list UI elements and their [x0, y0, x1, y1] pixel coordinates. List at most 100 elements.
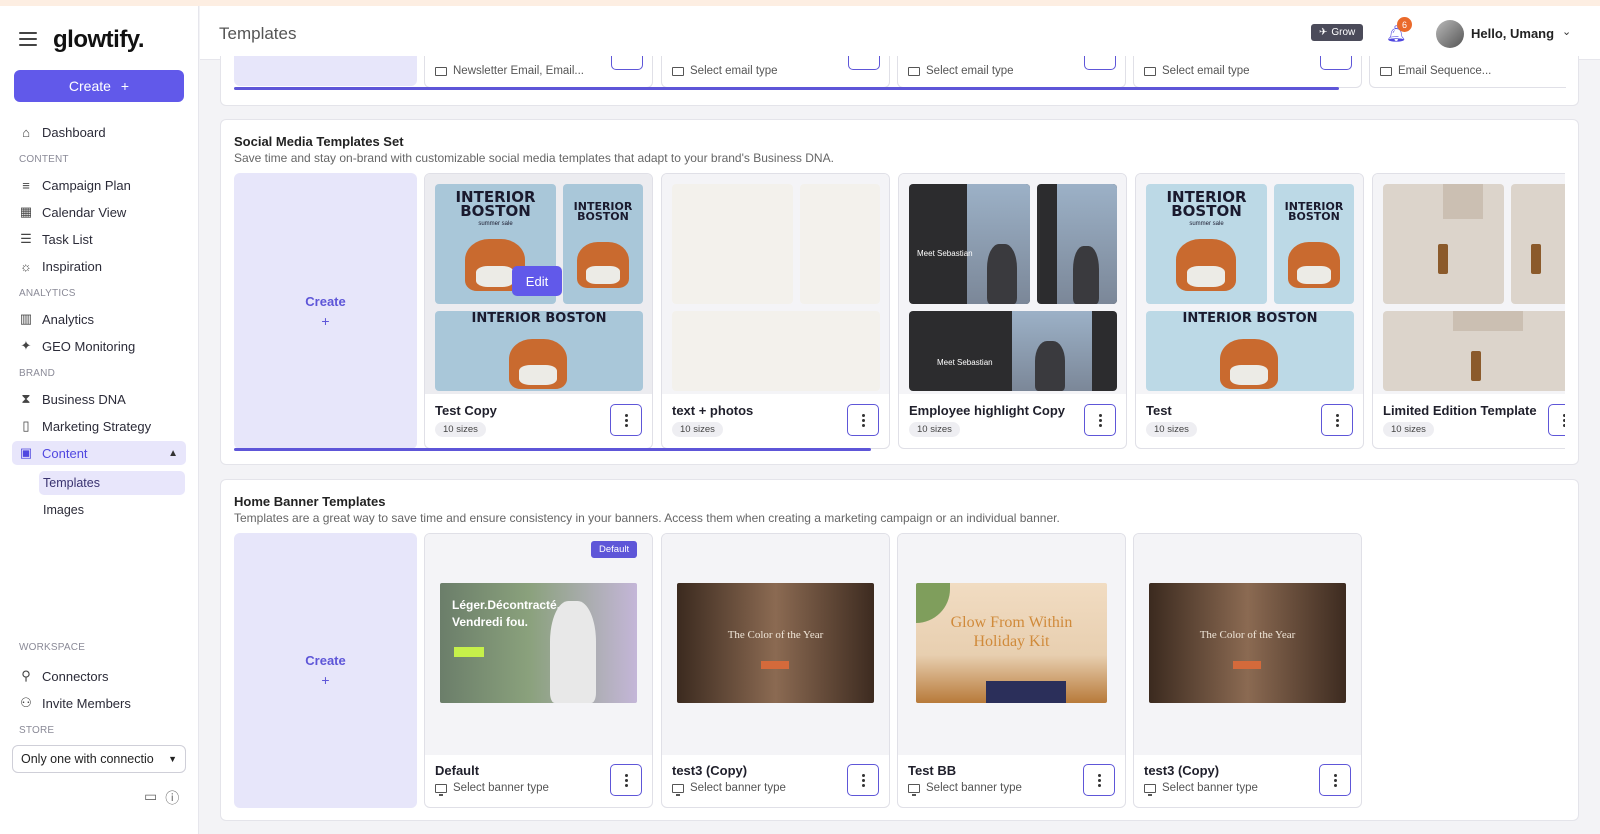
- card-thumbnail: The Color of the Year: [1134, 534, 1361, 755]
- more-button[interactable]: [1084, 56, 1116, 70]
- social-card[interactable]: Limited Edition Template 10 sizes: [1372, 173, 1565, 449]
- email-card[interactable]: Select email type: [661, 56, 890, 88]
- greeting[interactable]: Hello, Umang: [1471, 26, 1554, 41]
- bar-chart-icon: ▥: [19, 311, 33, 326]
- more-button[interactable]: [1320, 56, 1352, 70]
- social-card[interactable]: text + photos 10 sizes: [661, 173, 890, 449]
- menu-icon[interactable]: [19, 32, 37, 46]
- chevron-down-icon[interactable]: ⌄: [1562, 25, 1571, 38]
- sidebar-item-geo-monitoring[interactable]: ✦ GEO Monitoring: [12, 334, 186, 358]
- banner-type-field[interactable]: Select banner type: [672, 782, 786, 796]
- card-name: text + photos: [672, 403, 754, 418]
- sidebar-item-campaign-plan[interactable]: ≡ Campaign Plan: [12, 173, 186, 197]
- mail-icon: [1144, 66, 1156, 76]
- social-scroll-indicator[interactable]: [234, 448, 871, 451]
- more-button[interactable]: [847, 404, 879, 436]
- sidebar-item-dashboard[interactable]: ⌂ Dashboard: [12, 120, 186, 144]
- social-templates-panel: Social Media Templates Set Save time and…: [220, 119, 1579, 465]
- store-select[interactable]: Only one with connectio ▼: [12, 745, 186, 773]
- more-button[interactable]: [610, 404, 642, 436]
- list-icon: ☰: [20, 231, 32, 246]
- mail-icon: [908, 66, 920, 76]
- more-button[interactable]: [848, 56, 880, 70]
- sidebar: glowtify. Create + ⌂ Dashboard CONTENT ≡…: [0, 6, 199, 834]
- plus-icon: +: [321, 312, 330, 329]
- sidebar-item-content[interactable]: ▣ Content ▲: [12, 441, 186, 465]
- more-button[interactable]: [1083, 764, 1115, 796]
- sidebar-subitem-label: Images: [43, 503, 84, 517]
- more-button[interactable]: [611, 56, 643, 70]
- banner-preview: The Color of the Year: [1149, 583, 1346, 703]
- card-name: test3 (Copy): [672, 763, 748, 778]
- banner-card[interactable]: Glow From Within Holiday Kit Test BB Sel…: [897, 533, 1126, 808]
- create-banner-template-tile[interactable]: Create +: [234, 533, 417, 808]
- more-button[interactable]: [1321, 404, 1353, 436]
- create-button[interactable]: Create +: [14, 70, 184, 102]
- sidebar-item-business-dna[interactable]: ⧗ Business DNA: [12, 387, 186, 411]
- section-description: Templates are a great way to save time a…: [234, 511, 1060, 525]
- more-button[interactable]: [610, 764, 642, 796]
- thumb-tile: [672, 184, 793, 304]
- email-card[interactable]: Email Sequence...: [1369, 56, 1566, 88]
- card-name: test3 (Copy): [1144, 763, 1220, 778]
- more-button[interactable]: [1548, 404, 1565, 436]
- sidebar-subitem-images[interactable]: Images: [39, 498, 185, 522]
- sidebar-item-label: Invite Members: [42, 695, 131, 711]
- banner-preview: Glow From Within Holiday Kit: [916, 583, 1107, 703]
- edit-button[interactable]: Edit: [512, 266, 562, 296]
- email-create-tile[interactable]: [234, 56, 417, 86]
- sidebar-item-inspiration[interactable]: ☼ Inspiration: [12, 254, 186, 278]
- more-button[interactable]: [1319, 764, 1351, 796]
- feedback-icon[interactable]: ▭: [144, 788, 157, 808]
- sidebar-item-connectors[interactable]: ⚲ Connectors: [12, 664, 186, 688]
- email-card[interactable]: Newsletter Email, Email...: [424, 56, 653, 88]
- help-icon[interactable]: ⓘ: [165, 788, 179, 808]
- thumb-tile: [1383, 311, 1565, 391]
- sidebar-item-marketing-strategy[interactable]: ▯ Marketing Strategy: [12, 414, 186, 438]
- plus-icon: +: [321, 672, 330, 688]
- monitor-icon: [435, 783, 447, 796]
- banner-type-field[interactable]: Select banner type: [908, 782, 1022, 796]
- thumb-tile: [672, 311, 880, 391]
- more-button[interactable]: [1084, 404, 1116, 436]
- sidebar-item-label: Business DNA: [42, 391, 126, 407]
- banner-type-field[interactable]: Select banner type: [1144, 782, 1258, 796]
- thumb-tile: [1511, 184, 1565, 304]
- sidebar-item-label: Content: [42, 445, 88, 461]
- sidebar-item-label: Analytics: [42, 311, 95, 327]
- section-title: Home Banner Templates: [234, 494, 386, 509]
- email-card[interactable]: Select email type: [1133, 56, 1362, 88]
- book-icon: ▯: [22, 418, 30, 433]
- avatar[interactable]: [1436, 20, 1464, 48]
- sidebar-subitem-templates[interactable]: Templates: [39, 471, 185, 495]
- social-card[interactable]: Meet Sebastian Meet Sebastian Employee h…: [898, 173, 1127, 449]
- banner-card[interactable]: The Color of the Year test3 (Copy) Selec…: [661, 533, 890, 808]
- sidebar-item-analytics[interactable]: ▥ Analytics: [12, 307, 186, 331]
- more-button[interactable]: [847, 764, 879, 796]
- sidebar-item-calendar-view[interactable]: ▦ Calendar View: [12, 200, 186, 224]
- sidebar-item-task-list[interactable]: ☰ Task List: [12, 227, 186, 251]
- card-thumbnail: [1373, 174, 1565, 394]
- grow-badge[interactable]: ✈ Grow: [1311, 24, 1364, 41]
- card-thumbnail: INTERIOR BOSTON summer sale INTERIOR BOS…: [1136, 174, 1363, 394]
- sidebar-item-label: Calendar View: [42, 204, 127, 220]
- grow-label: Grow: [1331, 27, 1356, 38]
- sidebar-item-invite-members[interactable]: ⚇ Invite Members: [12, 691, 186, 715]
- banner-type-field[interactable]: Select banner type: [435, 782, 549, 796]
- card-name: Employee highlight Copy: [909, 403, 1066, 418]
- banner-card[interactable]: Default Léger.Décontracté. Vendredi fou.…: [424, 533, 653, 808]
- calendar-icon: ▦: [19, 204, 33, 219]
- social-cards-scroller[interactable]: INTERIOR BOSTON summer sale INTERIOR BOS…: [420, 173, 1565, 449]
- social-card[interactable]: INTERIOR BOSTON summer sale INTERIOR BOS…: [1135, 173, 1364, 449]
- sizes-badge: 10 sizes: [1383, 422, 1434, 437]
- card-thumbnail: Default Léger.Décontracté. Vendredi fou.: [425, 534, 652, 755]
- header: Templates ✈ Grow 🔔︎ 6 Hello, Umang ⌄: [200, 6, 1600, 60]
- email-card[interactable]: Select email type: [897, 56, 1126, 88]
- mail-icon: [672, 66, 684, 76]
- banner-card[interactable]: The Color of the Year test3 (Copy) Selec…: [1133, 533, 1362, 808]
- create-social-template-tile[interactable]: Create +: [234, 173, 417, 449]
- email-type-field: Select email type: [908, 58, 1014, 84]
- card-name: Test Copy: [435, 403, 497, 418]
- email-scroll-indicator[interactable]: [234, 87, 1339, 90]
- social-card[interactable]: INTERIOR BOSTON summer sale INTERIOR BOS…: [424, 173, 653, 449]
